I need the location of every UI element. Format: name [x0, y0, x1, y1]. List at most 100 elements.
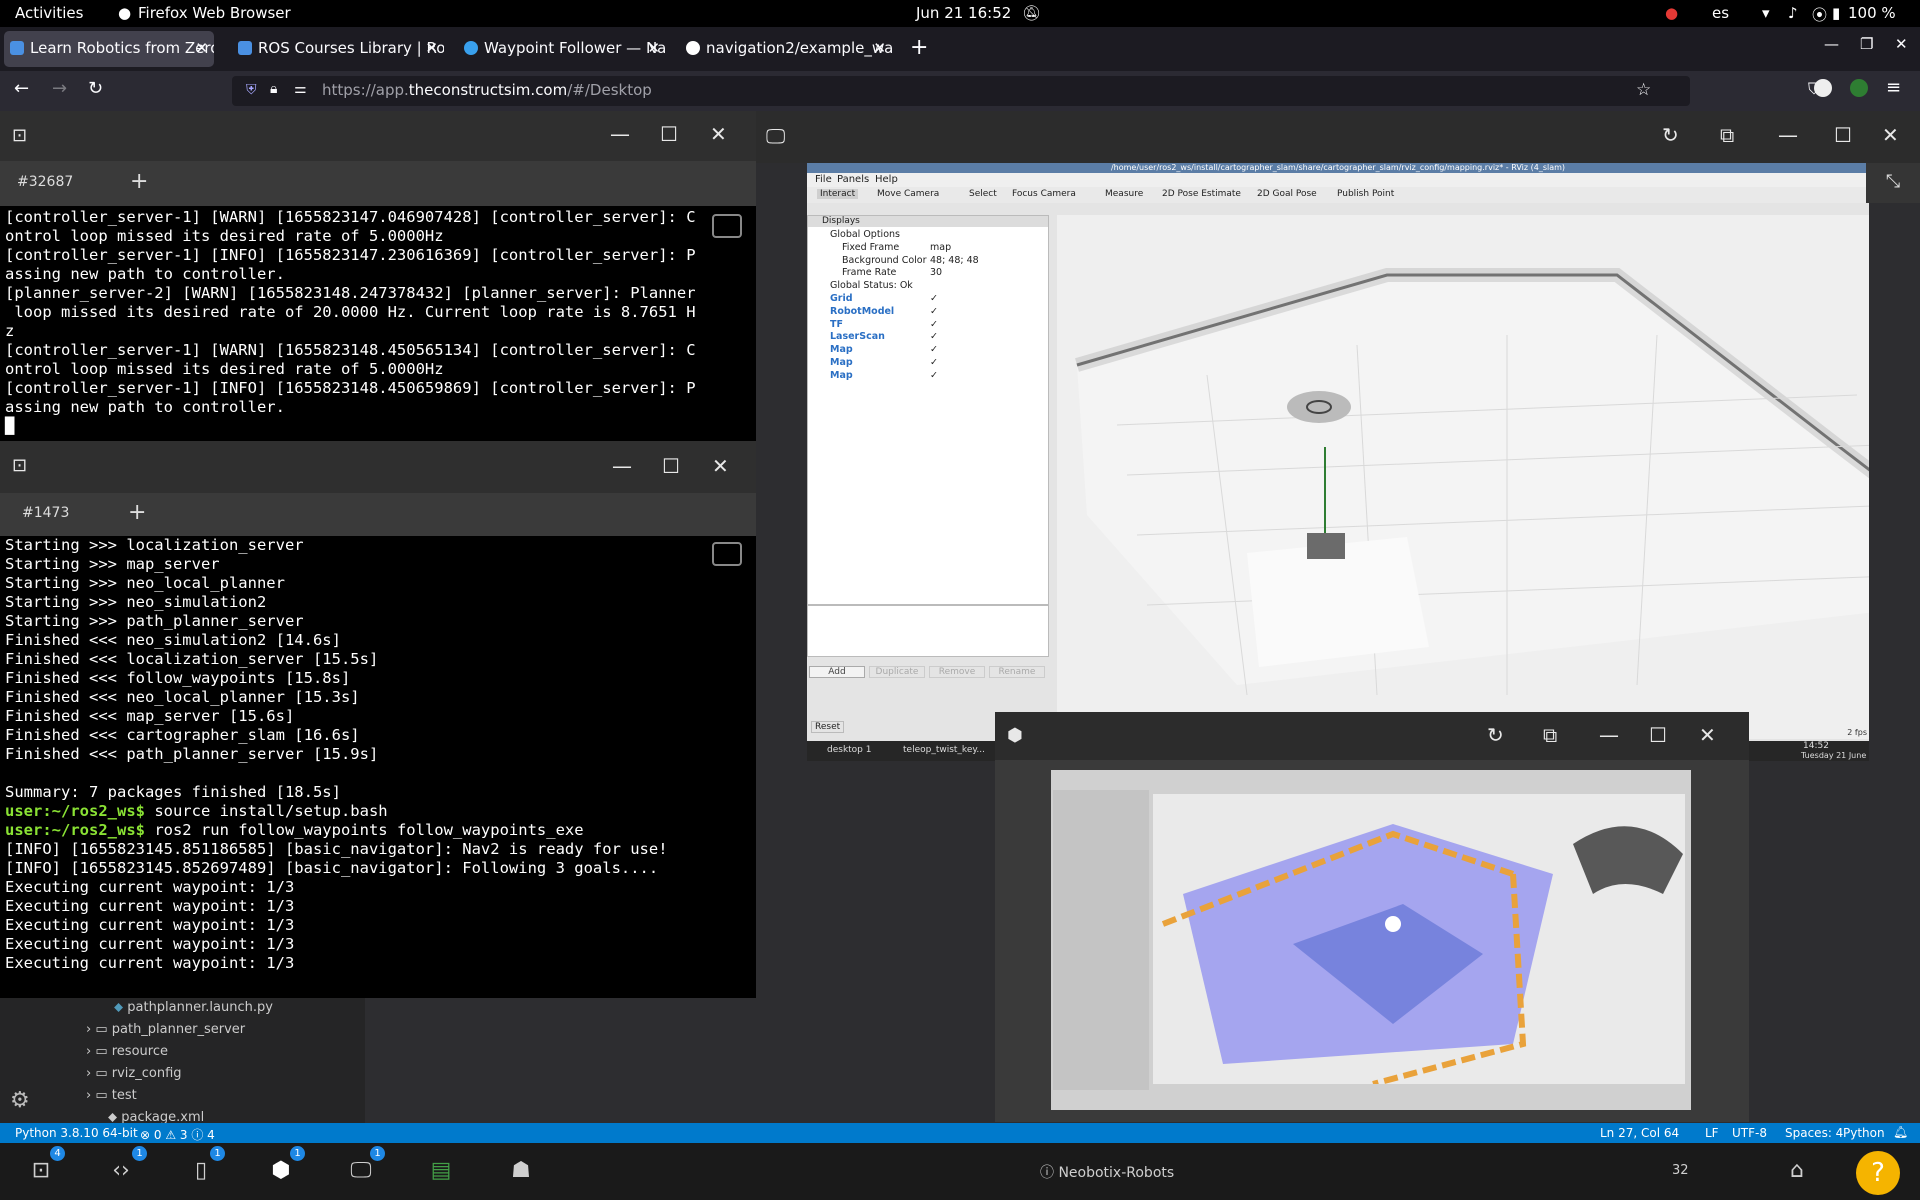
tab-learn-robotics[interactable]: Learn Robotics from Zero ✕ [4, 31, 214, 67]
resize-icon[interactable]: ⤡ [1866, 163, 1920, 203]
reload-icon[interactable]: ↻ [88, 78, 103, 99]
eol-type[interactable]: LF [1705, 1126, 1719, 1140]
terminal-app-icon[interactable]: ⊡ [28, 1158, 54, 1184]
terminal-tab[interactable]: #1473 [22, 505, 69, 521]
menu-help[interactable]: Help [875, 174, 898, 185]
close-icon[interactable]: ✕ [710, 122, 727, 146]
terminal-tab[interactable]: #32687 [17, 174, 73, 190]
gazebo-app-icon[interactable]: ⬢ [268, 1158, 294, 1184]
encoding[interactable]: UTF-8 [1732, 1126, 1767, 1140]
settings-gear-icon[interactable]: ⚙ [10, 1088, 30, 1113]
robot-app-icon[interactable]: ☗ [508, 1158, 534, 1184]
close-icon[interactable]: ✕ [873, 39, 886, 57]
tool-move-camera[interactable]: Move Camera [877, 189, 939, 199]
minimize-icon[interactable]: — [610, 122, 630, 146]
remove-button[interactable]: Remove [929, 666, 985, 678]
minimize-icon[interactable]: — [612, 454, 632, 478]
teleop-window[interactable]: teleop_twist_key... [903, 745, 985, 755]
display-item[interactable]: TF [830, 319, 843, 330]
display-item[interactable]: Global Options [830, 229, 900, 240]
display-item[interactable]: Grid [830, 293, 853, 304]
clock[interactable]: Jun 21 16:52 [916, 4, 1011, 22]
copy-icon[interactable] [712, 214, 742, 238]
app-menu[interactable]: Firefox Web Browser [138, 4, 291, 22]
python-interpreter[interactable]: Python 3.8.10 64-bit [15, 1126, 138, 1140]
tree-item-folder[interactable]: › ▭ path_planner_server [86, 1022, 245, 1037]
display-item-value[interactable]: map [930, 242, 951, 253]
tab-waypoint-follower[interactable]: Waypoint Follower — Na ✕ [458, 31, 666, 67]
tool-pose-estimate[interactable]: 2D Pose Estimate [1162, 189, 1241, 199]
gazebo-3d-view[interactable] [1153, 794, 1685, 1084]
terminal2-output[interactable]: Starting >>> localization_server Starting… [0, 536, 756, 998]
profile-avatar[interactable] [1814, 79, 1832, 97]
new-tab-button[interactable]: + [910, 35, 928, 60]
reload-icon[interactable]: ↻ [1487, 723, 1504, 747]
detach-icon[interactable]: ⧉ [1720, 123, 1734, 147]
remote-desktop-label[interactable]: desktop 1 [827, 745, 872, 755]
display-item-value[interactable]: ✓ [930, 344, 938, 355]
rviz-3d-view[interactable]: 2 fps [1057, 215, 1869, 739]
activities-button[interactable]: Activities [15, 4, 83, 22]
display-item-value[interactable]: ✓ [930, 319, 938, 330]
shield-icon[interactable]: ⛨ [246, 82, 257, 98]
tree-item-file[interactable]: ⬥ pathplanner.launch.py [114, 1000, 273, 1015]
close-icon[interactable]: ✕ [1882, 123, 1899, 147]
display-item-value[interactable]: ✓ [930, 370, 938, 381]
rename-button[interactable]: Rename [989, 666, 1045, 678]
help-button[interactable]: ? [1856, 1151, 1900, 1195]
add-tab-button[interactable]: + [130, 169, 148, 194]
display-item[interactable]: LaserScan [830, 331, 885, 342]
display-item[interactable]: RobotModel [830, 306, 894, 317]
lock-icon[interactable]: 🔒︎ [270, 81, 277, 97]
reload-icon[interactable]: ↻ [1662, 123, 1679, 147]
book-icon[interactable]: ▤ [428, 1158, 454, 1184]
terminal1-output[interactable]: [controller_server-1] [WARN] [1655823147… [0, 206, 756, 441]
maximize-icon[interactable]: ☐ [662, 454, 680, 478]
indentation[interactable]: Spaces: 4 [1785, 1126, 1843, 1140]
tree-item-folder[interactable]: › ▭ test [86, 1088, 137, 1103]
reset-button[interactable]: Reset [811, 721, 845, 733]
display-item-value[interactable]: ✓ [930, 331, 938, 342]
desktop-app-icon[interactable]: 🖵︎ [348, 1158, 374, 1184]
close-icon[interactable]: ✕ [195, 39, 208, 57]
detach-icon[interactable]: ⧉ [1543, 723, 1557, 747]
restore-icon[interactable]: ❐ [1860, 35, 1873, 53]
home-icon[interactable]: ⌂ [1790, 1158, 1804, 1183]
tool-interact[interactable]: Interact [817, 189, 859, 199]
tab-ros-courses[interactable]: ROS Courses Library | Rob ✕ [232, 31, 444, 67]
maximize-icon[interactable]: ☐ [1834, 123, 1852, 147]
tab-navigation2[interactable]: navigation2/example_wa ✕ [680, 31, 892, 67]
tool-goal-pose[interactable]: 2D Goal Pose [1257, 189, 1317, 199]
display-item-value[interactable]: ✓ [930, 306, 938, 317]
display-item[interactable]: Map [830, 370, 853, 381]
close-window-icon[interactable]: ✕ [1895, 35, 1908, 53]
bookmark-star-icon[interactable]: ☆ [1636, 80, 1651, 100]
minimize-icon[interactable]: — [1824, 35, 1839, 53]
tool-publish-point[interactable]: Publish Point [1337, 189, 1394, 199]
maximize-icon[interactable]: ☐ [660, 122, 678, 146]
display-item[interactable]: Map [830, 344, 853, 355]
permissions-icon[interactable]: ⚌ [294, 81, 307, 97]
duplicate-button[interactable]: Duplicate [869, 666, 925, 678]
tool-focus-camera[interactable]: Focus Camera [1012, 189, 1076, 199]
back-icon[interactable]: ← [14, 78, 29, 99]
menu-file[interactable]: File [815, 174, 832, 185]
language-indicator[interactable]: es [1712, 4, 1729, 22]
copy-icon[interactable] [712, 542, 742, 566]
tool-select[interactable]: Select [969, 189, 997, 199]
close-icon[interactable]: ✕ [712, 454, 729, 478]
close-icon[interactable]: ✕ [647, 39, 660, 57]
display-item-value[interactable]: ✓ [930, 357, 938, 368]
close-icon[interactable]: ✕ [1699, 723, 1716, 747]
forward-icon[interactable]: → [52, 78, 67, 99]
tree-item-folder[interactable]: › ▭ resource [86, 1044, 168, 1059]
bell-icon[interactable]: 🔔︎ [1893, 1125, 1908, 1139]
display-item[interactable]: Background Color [842, 255, 927, 266]
display-item[interactable]: Map [830, 357, 853, 368]
display-item-value[interactable]: 48; 48; 48 [930, 255, 979, 266]
display-item-value[interactable]: ✓ [930, 293, 938, 304]
close-icon[interactable]: ✕ [425, 39, 438, 57]
minimize-icon[interactable]: — [1778, 123, 1798, 147]
add-tab-button[interactable]: + [128, 500, 146, 525]
minimize-icon[interactable]: — [1599, 723, 1619, 747]
